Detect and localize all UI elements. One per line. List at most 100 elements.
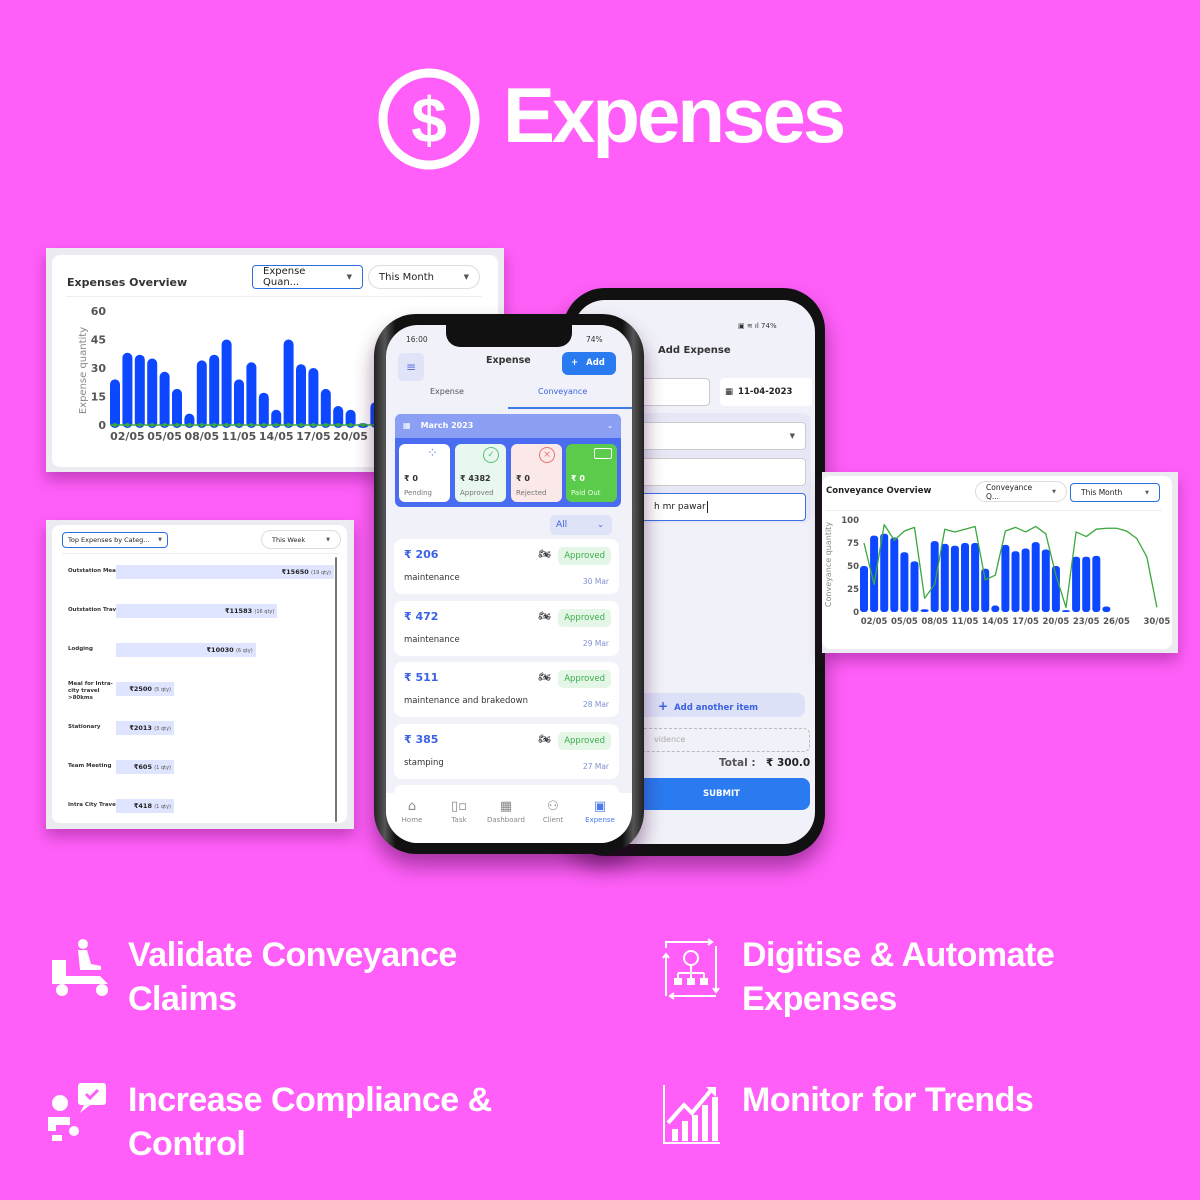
y-tick-label: 15 xyxy=(91,391,106,404)
nav-task[interactable]: ▯▫ Task xyxy=(435,799,483,824)
category-label: Outstation Travel xyxy=(68,607,122,613)
motorbike-icon: 🏍 xyxy=(538,672,551,683)
motorbike-icon: 🏍 xyxy=(538,610,551,622)
bar xyxy=(1102,606,1111,612)
caret-down-icon: ▼ xyxy=(158,537,162,543)
check-icon: ✓ xyxy=(483,447,499,463)
item-date: 27 Mar xyxy=(582,761,609,771)
tab-conveyance[interactable]: Conveyance xyxy=(538,387,587,396)
item-date: 28 Mar xyxy=(582,700,609,709)
rejected-tile[interactable]: × ₹ 0 Rejected xyxy=(511,444,562,502)
x-tick-label: 05/05 xyxy=(891,617,918,627)
notch xyxy=(446,325,572,347)
x-tick-label: 20/05 xyxy=(1043,617,1070,627)
status-badge: Approved xyxy=(558,731,611,750)
approved-tile[interactable]: ✓ ₹ 4382 Approved xyxy=(455,444,506,502)
list-item[interactable]: ₹ 472 🏍 Approved maintenance 29 Mar xyxy=(394,600,619,656)
bar xyxy=(1011,551,1020,612)
bar xyxy=(860,566,868,612)
date-picker[interactable]: ▦ 11-04-2023 xyxy=(720,378,812,406)
nav-home[interactable]: ⌂ Home xyxy=(388,799,436,824)
bar xyxy=(246,362,257,428)
svg-text:$: $ xyxy=(411,84,447,156)
bar xyxy=(910,561,919,612)
page-title: Expenses xyxy=(503,71,846,159)
category-bar: ₹2500 (5 qty) xyxy=(116,682,174,696)
cash-icon xyxy=(594,448,612,459)
item-description: maintenance xyxy=(404,634,460,645)
automation-gear-icon xyxy=(662,938,720,1000)
status-time: 16:00 xyxy=(406,335,428,344)
bar xyxy=(971,543,980,612)
nav-dashboard[interactable]: ▦ Dashboard xyxy=(482,799,530,824)
category-bar: ₹10030 (6 qty) xyxy=(116,643,256,657)
category-bar: ₹15650 (19 qty) xyxy=(116,565,334,579)
category-label: Team Meeting xyxy=(68,763,112,769)
caret-down-icon: ▼ xyxy=(326,536,330,543)
category-label: Lodging xyxy=(68,646,93,652)
x-tick-label: 08/05 xyxy=(184,430,219,443)
bottom-nav: ⌂ Home ▯▫ Task ▦ Dashboard ⚇ Client ▣ Expense xyxy=(386,793,632,843)
bar xyxy=(196,360,207,428)
bar xyxy=(209,354,220,428)
scooter-rider-icon xyxy=(52,939,108,996)
category-label: Stationary xyxy=(68,724,101,730)
calendar-icon: ▦ xyxy=(403,421,411,430)
note-input-value: h mr pawar xyxy=(654,502,706,512)
plus-icon: + xyxy=(571,358,579,368)
divider xyxy=(62,553,340,554)
bar xyxy=(258,392,269,428)
bar xyxy=(283,339,294,428)
paid-out-tile[interactable]: ₹ 0 Paid Out xyxy=(566,444,617,502)
total-value: ₹ 300.0 xyxy=(766,757,811,769)
item-date: 30 Mar xyxy=(582,577,609,586)
status-filter[interactable]: All ⌄ xyxy=(550,515,612,535)
task-icon: ▯▫ xyxy=(451,799,467,814)
category-label: Meal for Intra-city travel >80kms xyxy=(68,681,113,701)
calendar-icon: ▦ xyxy=(499,799,513,814)
feature-text: Increase Compliance & Control xyxy=(128,1081,492,1163)
bar xyxy=(1001,544,1010,612)
scrollbar[interactable] xyxy=(335,557,337,822)
nav-expense[interactable]: ▣ Expense xyxy=(576,799,624,824)
motorbike-icon: 🏍 xyxy=(538,549,551,560)
category-label: Outstation Meal xyxy=(68,568,118,574)
bar xyxy=(320,388,331,428)
category-select[interactable]: Top Expenses by Categ... ▼ xyxy=(62,532,168,548)
period-select[interactable]: This Week ▼ xyxy=(261,530,341,549)
month-selector[interactable]: ▦ March 2023 ⌄ xyxy=(395,414,621,438)
bar xyxy=(880,533,889,612)
nav-client[interactable]: ⚇ Client xyxy=(529,799,577,824)
home-icon: ⌂ xyxy=(407,799,417,814)
add-button[interactable]: + Add xyxy=(562,352,616,375)
item-date: 29 Mar xyxy=(582,638,609,648)
item-description: maintenance xyxy=(404,573,460,583)
bar xyxy=(1072,556,1081,612)
pending-tile[interactable]: ⁘ ₹ 0 Pending xyxy=(399,444,450,502)
list-item[interactable]: ₹ 385 🏍 Approved stamping 27 Mar xyxy=(394,723,619,779)
bar xyxy=(110,379,120,428)
y-tick-label: 100 xyxy=(841,516,859,526)
x-tick-label: 17/05 xyxy=(1012,617,1039,627)
list-item[interactable]: ₹ 511 🏍 Approved maintenance and brakedown 2… xyxy=(394,662,619,717)
bar xyxy=(296,364,306,428)
chevron-down-icon: ⌄ xyxy=(607,422,613,430)
expenses-promo: $ Expenses Expenses Overview Expense Qua… xyxy=(0,0,1200,1200)
bar xyxy=(981,568,990,612)
item-description: stamping xyxy=(404,757,444,768)
feature-text: Monitor for Trends xyxy=(742,1081,1034,1119)
top-expenses-panel: Top Expenses by Categ... ▼ This Week ▼ Out… xyxy=(46,520,354,829)
bar xyxy=(940,543,949,612)
list-item[interactable]: ₹ 206 🏍 Approved maintenance 30 Mar xyxy=(394,539,619,594)
status-badge: Approved xyxy=(558,670,611,688)
x-tick-label: 23/05 xyxy=(1073,617,1100,627)
item-amount: ₹ 385 xyxy=(404,732,439,746)
category-bar: ₹11583 (16 qty) xyxy=(116,604,278,618)
menu-button[interactable]: ≡ xyxy=(398,353,424,381)
bar xyxy=(147,358,158,428)
chevron-down-icon: ⌄ xyxy=(597,520,604,529)
feature-text: Digitise & Automate Expenses xyxy=(742,936,1055,1018)
tab-expense[interactable]: Expense xyxy=(430,387,464,396)
screen-title: Add Expense xyxy=(658,345,731,356)
y-tick-label: 45 xyxy=(91,334,106,347)
